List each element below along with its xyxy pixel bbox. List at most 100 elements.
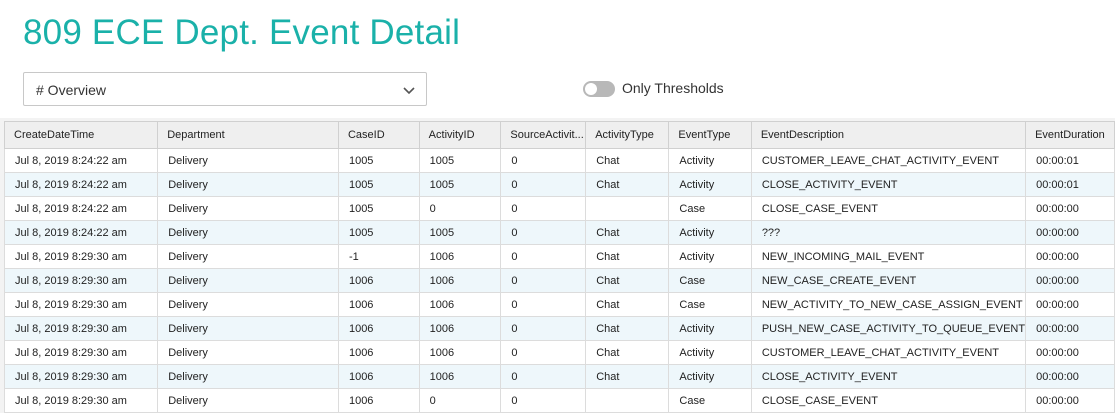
table-row[interactable]: Jul 8, 2019 8:29:30 am Delivery 1006 1006 0 C… — [3, 364, 1115, 389]
col-activity-type-cell: Chat — [585, 220, 670, 245]
col-source-activity-cell: 0 — [500, 364, 587, 389]
col-activity-id-cell: 0 — [418, 388, 502, 413]
col-activity-type-header[interactable]: ActivityType — [585, 121, 670, 149]
col-event-type-cell: Activity — [668, 244, 752, 269]
col-activity-type-cell — [585, 388, 670, 413]
col-source-activity-cell: 0 — [500, 172, 587, 197]
page-header: 809 ECE Dept. Event Detail # Overview On… — [0, 0, 1115, 118]
col-event-type-cell: Case — [668, 388, 752, 413]
col-department-cell: Delivery — [157, 364, 339, 389]
col-create-date-time-header[interactable]: CreateDateTime — [3, 121, 159, 149]
col-event-description-cell: CUSTOMER_LEAVE_CHAT_ACTIVITY_EVENT — [750, 340, 1027, 365]
col-event-duration-header[interactable]: EventDuration — [1025, 121, 1115, 149]
col-case-id-cell: 1005 — [337, 148, 420, 173]
col-event-description-cell: CLOSE_ACTIVITY_EVENT — [750, 172, 1027, 197]
col-activity-id-header[interactable]: ActivityID — [418, 121, 502, 149]
col-department-cell: Delivery — [157, 340, 339, 365]
col-activity-type-cell: Chat — [585, 244, 670, 269]
col-create-date-time-cell: Jul 8, 2019 8:29:30 am — [3, 364, 159, 389]
col-department-cell: Delivery — [157, 172, 339, 197]
col-event-description-cell: CLOSE_CASE_EVENT — [750, 388, 1027, 413]
col-activity-type-cell — [585, 196, 670, 221]
col-event-type-cell: Activity — [668, 340, 752, 365]
col-create-date-time-cell: Jul 8, 2019 8:24:22 am — [3, 148, 159, 173]
col-event-description-cell: PUSH_NEW_CASE_ACTIVITY_TO_QUEUE_EVENT — [750, 316, 1027, 341]
col-event-description-cell: CUSTOMER_LEAVE_CHAT_ACTIVITY_EVENT — [750, 148, 1027, 173]
col-event-duration-cell: 00:00:00 — [1025, 316, 1115, 341]
col-event-description-cell: ??? — [750, 220, 1027, 245]
col-department-cell: Delivery — [157, 220, 339, 245]
table-row[interactable]: Jul 8, 2019 8:29:30 am Delivery -1 1006 0 Cha… — [3, 244, 1115, 269]
col-source-activity-header[interactable]: SourceActivit... — [500, 121, 587, 149]
col-case-id-cell: 1005 — [337, 196, 420, 221]
col-event-type-header[interactable]: EventType — [668, 121, 752, 149]
col-event-description-cell: NEW_INCOMING_MAIL_EVENT — [750, 244, 1027, 269]
col-activity-id-cell: 1006 — [418, 268, 502, 293]
table-header-row: CreateDateTime Department CaseID ActivityID… — [3, 121, 1115, 149]
col-event-duration-cell: 00:00:01 — [1025, 172, 1115, 197]
table-row[interactable]: Jul 8, 2019 8:24:22 am Delivery 1005 0 0 Case… — [3, 196, 1115, 221]
col-case-id-cell: -1 — [337, 244, 420, 269]
col-event-duration-cell: 00:00:01 — [1025, 148, 1115, 173]
col-event-type-cell: Activity — [668, 316, 752, 341]
table-row[interactable]: Jul 8, 2019 8:29:30 am Delivery 1006 1006 0 C… — [3, 340, 1115, 365]
col-event-type-cell: Activity — [668, 220, 752, 245]
col-create-date-time-cell: Jul 8, 2019 8:29:30 am — [3, 388, 159, 413]
col-activity-id-cell: 1006 — [418, 244, 502, 269]
table-row[interactable]: Jul 8, 2019 8:29:30 am Delivery 1006 1006 0 C… — [3, 292, 1115, 317]
col-source-activity-cell: 0 — [500, 148, 587, 173]
col-case-id-cell: 1006 — [337, 340, 420, 365]
table-row[interactable]: Jul 8, 2019 8:24:22 am Delivery 1005 1005 0 C… — [3, 220, 1115, 245]
table-row[interactable]: Jul 8, 2019 8:29:30 am Delivery 1006 1006 0 C… — [3, 268, 1115, 293]
col-event-description-cell: NEW_CASE_CREATE_EVENT — [750, 268, 1027, 293]
col-department-cell: Delivery — [157, 268, 339, 293]
event-table: CreateDateTime Department CaseID ActivityID… — [3, 121, 1115, 413]
col-activity-id-cell: 1006 — [418, 292, 502, 317]
col-department-cell: Delivery — [157, 148, 339, 173]
col-department-cell: Delivery — [157, 316, 339, 341]
view-select[interactable]: # Overview — [23, 72, 427, 106]
col-activity-type-cell: Chat — [585, 172, 670, 197]
table-row[interactable]: Jul 8, 2019 8:24:22 am Delivery 1005 1005 0 C… — [3, 148, 1115, 173]
col-activity-type-cell: Chat — [585, 340, 670, 365]
col-create-date-time-cell: Jul 8, 2019 8:29:30 am — [3, 316, 159, 341]
thresholds-toggle-label: Only Thresholds — [622, 80, 724, 96]
col-event-duration-cell: 00:00:00 — [1025, 340, 1115, 365]
col-event-description-cell: CLOSE_CASE_EVENT — [750, 196, 1027, 221]
toggle-knob — [585, 83, 597, 95]
col-case-id-cell: 1005 — [337, 172, 420, 197]
col-case-id-cell: 1006 — [337, 316, 420, 341]
thresholds-toggle[interactable] — [583, 81, 615, 97]
col-case-id-cell: 1005 — [337, 220, 420, 245]
col-activity-id-cell: 1006 — [418, 316, 502, 341]
col-case-id-header[interactable]: CaseID — [337, 121, 420, 149]
table-row[interactable]: Jul 8, 2019 8:29:30 am Delivery 1006 1006 0 C… — [3, 316, 1115, 341]
col-activity-type-cell: Chat — [585, 316, 670, 341]
col-event-description-cell: CLOSE_ACTIVITY_EVENT — [750, 364, 1027, 389]
col-source-activity-cell: 0 — [500, 340, 587, 365]
col-create-date-time-cell: Jul 8, 2019 8:24:22 am — [3, 220, 159, 245]
col-source-activity-cell: 0 — [500, 196, 587, 221]
table-row[interactable]: Jul 8, 2019 8:29:30 am Delivery 1006 0 0 Case… — [3, 388, 1115, 413]
col-case-id-cell: 1006 — [337, 388, 420, 413]
col-event-duration-cell: 00:00:00 — [1025, 364, 1115, 389]
col-event-type-cell: Case — [668, 268, 752, 293]
view-select-value: # Overview — [36, 82, 107, 98]
col-activity-type-cell: Chat — [585, 268, 670, 293]
col-activity-id-cell: 1005 — [418, 220, 502, 245]
col-create-date-time-cell: Jul 8, 2019 8:29:30 am — [3, 244, 159, 269]
col-event-type-cell: Activity — [668, 148, 752, 173]
col-activity-id-cell: 0 — [418, 196, 502, 221]
col-create-date-time-cell: Jul 8, 2019 8:24:22 am — [3, 172, 159, 197]
table-row[interactable]: Jul 8, 2019 8:24:22 am Delivery 1005 1005 0 C… — [3, 172, 1115, 197]
col-event-duration-cell: 00:00:00 — [1025, 196, 1115, 221]
col-activity-id-cell: 1005 — [418, 172, 502, 197]
col-event-description-header[interactable]: EventDescription — [750, 121, 1027, 149]
col-event-type-cell: Activity — [668, 364, 752, 389]
col-department-cell: Delivery — [157, 292, 339, 317]
col-department-header[interactable]: Department — [157, 121, 339, 149]
col-create-date-time-cell: Jul 8, 2019 8:24:22 am — [3, 196, 159, 221]
col-event-duration-cell: 00:00:00 — [1025, 292, 1115, 317]
col-event-description-cell: NEW_ACTIVITY_TO_NEW_CASE_ASSIGN_EVENT — [750, 292, 1027, 317]
col-event-duration-cell: 00:00:00 — [1025, 388, 1115, 413]
